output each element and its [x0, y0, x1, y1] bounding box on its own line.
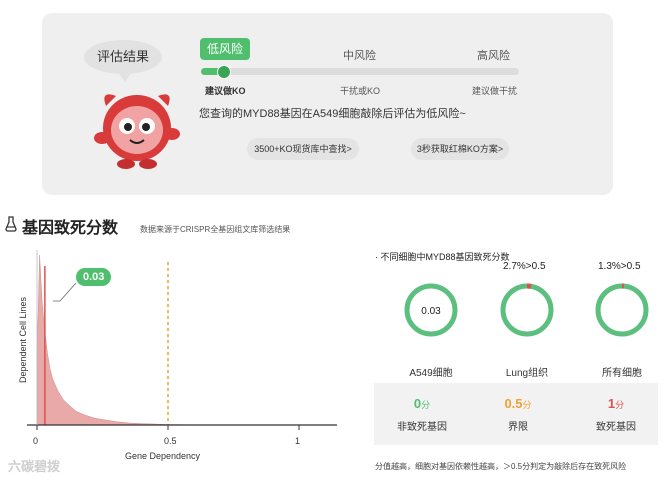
cell-ring	[500, 283, 554, 337]
ring-cell-name: 所有细胞	[602, 368, 642, 379]
flask-icon	[5, 216, 17, 232]
risk-summary: 您查询的MYD88基因在A549细胞敲除后评估为低风险~	[199, 108, 466, 120]
legend-value: 0分	[413, 396, 431, 411]
x-tick-label: 0.5	[164, 436, 177, 446]
x-ticks	[36, 425, 300, 430]
level-mid-label: 中风险	[343, 50, 376, 62]
legend-unit: 分	[522, 400, 532, 410]
level-low-badge: 低风险	[200, 38, 251, 60]
ring-track	[500, 283, 554, 337]
legend-value: 1分	[607, 396, 625, 411]
footnote: 分值越高，细胞对基因依赖性越高，＞0.5分判定为敲除后存在致死风险	[375, 462, 627, 471]
legend-unit: 分	[421, 400, 431, 410]
legend-name: 界限	[508, 422, 528, 433]
x-tick-label: 0	[33, 436, 39, 446]
legend-box	[374, 383, 658, 445]
legend-name: 非致死基因	[397, 422, 447, 433]
cell-ring	[595, 283, 649, 337]
ring-percent-label: 1.3%>0.5	[598, 261, 641, 272]
section-subtitle: 数据来源于CRISPR全基因组文库筛选结果	[140, 225, 291, 234]
cells-title: · 不同细胞中MYD88基因致死分数	[375, 252, 510, 262]
advice-mixed: 干扰或KO	[340, 86, 381, 96]
x-axis-label: Gene Dependency	[125, 451, 201, 461]
advice-ko: 建议做KO	[205, 86, 246, 96]
distribution-area	[36, 254, 195, 426]
legend-name: 致死基因	[596, 422, 636, 433]
risk-progress-track	[201, 68, 519, 75]
result-bubble: 评估结果	[84, 40, 162, 82]
ring-center-value: 0.03	[421, 306, 441, 317]
ring-percent-label: 2.7%>0.5	[503, 261, 546, 272]
section-title: 基因致死分数	[22, 220, 119, 237]
level-high-label: 高风险	[477, 50, 510, 62]
advice-interfere: 建议做干扰	[472, 86, 518, 96]
mascot-icon	[94, 94, 180, 169]
legend-unit: 分	[615, 400, 625, 410]
watermark-logo: 六碳碧拨	[8, 459, 61, 474]
dependency-chart	[27, 250, 337, 430]
callout-line	[52, 282, 77, 302]
ko-library-button[interactable]: 3500+KO现货库中查找>	[247, 138, 359, 160]
x-tick-label: 1	[295, 436, 301, 446]
ring-track	[595, 283, 649, 337]
legend-value: 0.5分	[504, 396, 532, 411]
ring-cell-name: Lung组织	[505, 368, 549, 379]
cell-ring: 0.03	[404, 283, 458, 337]
ring-cell-name: A549细胞	[409, 368, 453, 379]
ko-plan-button[interactable]: 3秒获取红棉KO方案>	[411, 138, 509, 160]
marker-value-badge: 0.03	[76, 268, 112, 286]
